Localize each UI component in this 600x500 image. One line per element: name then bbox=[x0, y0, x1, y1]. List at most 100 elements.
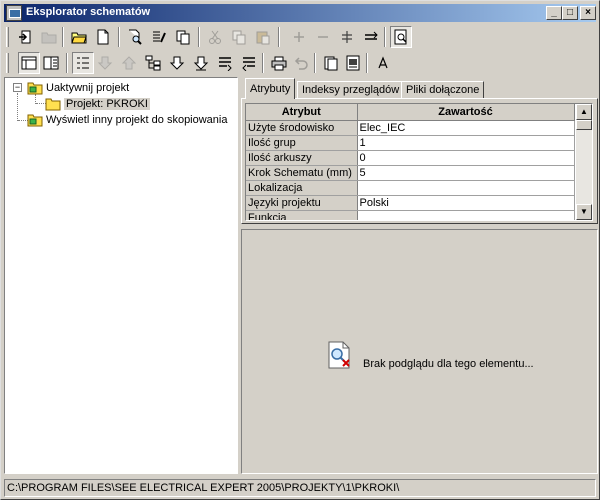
move-up-button[interactable] bbox=[118, 52, 140, 74]
hierarchy-icon bbox=[145, 55, 161, 71]
paste-button[interactable] bbox=[252, 26, 274, 48]
title-bar[interactable]: Eksplorator schematów _ □ × bbox=[4, 4, 596, 22]
scroll-up-arrow-icon[interactable]: ▲ bbox=[576, 104, 592, 120]
table-row[interactable]: Lokalizacja bbox=[246, 180, 575, 196]
maximize-button[interactable]: □ bbox=[562, 6, 578, 20]
table-row[interactable]: Funkcja bbox=[246, 210, 575, 220]
undo-icon bbox=[294, 57, 308, 70]
open-project-icon bbox=[71, 32, 87, 44]
window-title: Eksplorator schematów bbox=[26, 6, 151, 18]
download-down-icon bbox=[169, 56, 185, 70]
column-header-attribute[interactable]: Atrybut bbox=[246, 104, 358, 121]
minimize-button[interactable]: _ bbox=[546, 6, 562, 20]
toolbar-grip[interactable] bbox=[6, 27, 9, 47]
report-alt-button[interactable] bbox=[238, 52, 260, 74]
move-down-icon bbox=[97, 56, 113, 70]
view-list-button[interactable] bbox=[40, 52, 62, 74]
attributes-grid[interactable]: Atrybut Zawartość Użyte środowisko Elec_… bbox=[245, 103, 593, 221]
toolbar-grip[interactable] bbox=[6, 53, 9, 73]
undo-button[interactable] bbox=[290, 52, 312, 74]
exit-button[interactable] bbox=[14, 26, 36, 48]
font-button[interactable] bbox=[372, 52, 394, 74]
insert-button[interactable] bbox=[336, 26, 358, 48]
column-header-content[interactable]: Zawartość bbox=[357, 104, 575, 121]
scroll-thumb[interactable] bbox=[576, 120, 592, 130]
attribute-value[interactable] bbox=[357, 210, 575, 220]
table-row[interactable]: Ilość grup 1 bbox=[246, 135, 575, 151]
attribute-value[interactable]: Elec_IEC bbox=[357, 120, 575, 136]
tree-expander-root[interactable]: − bbox=[13, 83, 22, 92]
book-button[interactable] bbox=[320, 52, 342, 74]
attribute-key: Funkcja bbox=[246, 210, 358, 220]
book-icon bbox=[324, 56, 338, 71]
grid-scrollbar[interactable]: ▲ ▼ bbox=[576, 104, 592, 220]
copy-button[interactable] bbox=[228, 26, 250, 48]
sort-list-icon bbox=[77, 57, 89, 69]
new-document-button[interactable] bbox=[92, 26, 114, 48]
project-folder-icon bbox=[27, 114, 43, 127]
copy-project-button[interactable] bbox=[172, 26, 194, 48]
project-folder-icon bbox=[27, 82, 43, 95]
view-details-button[interactable] bbox=[18, 52, 40, 74]
preview-message: Brak podglądu dla tego elementu... bbox=[363, 358, 534, 370]
hierarchy-button[interactable] bbox=[142, 52, 164, 74]
replace-button[interactable] bbox=[360, 26, 382, 48]
table-row[interactable]: Użyte środowisko Elec_IEC bbox=[246, 120, 575, 136]
move-down-button[interactable] bbox=[94, 52, 116, 74]
project-tree[interactable]: − Uaktywnij projekt Projekt: PKROKI Wyśw… bbox=[4, 77, 238, 474]
no-preview-icon bbox=[328, 341, 350, 369]
preview-toggle-button[interactable] bbox=[390, 26, 412, 48]
open-folder-button[interactable] bbox=[38, 26, 60, 48]
tab-review-indexes[interactable]: Indeksy przeglądów bbox=[297, 81, 405, 99]
attribute-key: Lokalizacja bbox=[246, 180, 358, 196]
main-window: Eksplorator schematów _ □ × − Uaktywnij … bbox=[0, 0, 600, 500]
close-button[interactable]: × bbox=[580, 6, 596, 20]
add-button[interactable] bbox=[288, 26, 310, 48]
tab-attached-files[interactable]: Pliki dołączone bbox=[401, 81, 485, 99]
toolbar-main bbox=[4, 25, 598, 49]
exit-icon bbox=[19, 30, 31, 44]
print-button[interactable] bbox=[268, 52, 290, 74]
print-icon bbox=[271, 56, 287, 71]
cut-button[interactable] bbox=[204, 26, 226, 48]
toolbar-view bbox=[4, 51, 598, 75]
add-icon bbox=[294, 32, 304, 42]
status-bar-path: C:\PROGRAM FILES\SEE ELECTRICAL EXPERT 2… bbox=[4, 479, 596, 497]
attribute-value[interactable]: 5 bbox=[357, 165, 575, 181]
search-button[interactable] bbox=[124, 26, 146, 48]
download-alt-icon bbox=[193, 56, 209, 71]
report-button[interactable] bbox=[214, 52, 236, 74]
report-icon bbox=[219, 57, 232, 71]
tree-node-label: Wyświetl inny projekt do skopiowania bbox=[46, 114, 228, 126]
tree-node-label: Projekt: PKROKI bbox=[64, 98, 150, 110]
open-folder-disabled-icon bbox=[41, 32, 57, 44]
attribute-value[interactable]: 1 bbox=[357, 135, 575, 151]
attribute-value[interactable]: 0 bbox=[357, 150, 575, 166]
properties-button[interactable] bbox=[148, 26, 170, 48]
remove-button[interactable] bbox=[312, 26, 334, 48]
folder-icon bbox=[45, 98, 61, 111]
attribute-key: Ilość arkuszy bbox=[246, 150, 358, 166]
table-row[interactable]: Ilość arkuszy 0 bbox=[246, 150, 575, 166]
attribute-key: Języki projektu bbox=[246, 195, 358, 211]
table-row[interactable]: Krok Schematu (mm) 5 bbox=[246, 165, 575, 181]
attribute-value[interactable]: Polski bbox=[357, 195, 575, 211]
sort-list-button[interactable] bbox=[72, 52, 94, 74]
app-icon bbox=[6, 5, 22, 21]
download-alt-button[interactable] bbox=[190, 52, 212, 74]
report-alt-icon bbox=[242, 57, 255, 71]
attribute-value[interactable] bbox=[357, 180, 575, 196]
table-row[interactable]: Języki projektu Polski bbox=[246, 195, 575, 211]
view-list-icon bbox=[43, 56, 59, 70]
download-down-button[interactable] bbox=[166, 52, 188, 74]
sheet-button[interactable] bbox=[342, 52, 364, 74]
move-up-icon bbox=[121, 56, 137, 70]
preview-panel: Brak podglądu dla tego elementu... bbox=[241, 229, 598, 474]
tab-attributes[interactable]: Atrybuty bbox=[245, 78, 296, 99]
tab-page-attributes: Atrybut Zawartość Użyte środowisko Elec_… bbox=[241, 98, 598, 224]
tree-node-label: Uaktywnij projekt bbox=[46, 82, 130, 94]
open-project-button[interactable] bbox=[68, 26, 90, 48]
scroll-down-arrow-icon[interactable]: ▼ bbox=[576, 204, 592, 220]
attributes-panel: Atrybuty Indeksy przeglądów Pliki dołącz… bbox=[241, 77, 598, 225]
attribute-key: Ilość grup bbox=[246, 135, 358, 151]
